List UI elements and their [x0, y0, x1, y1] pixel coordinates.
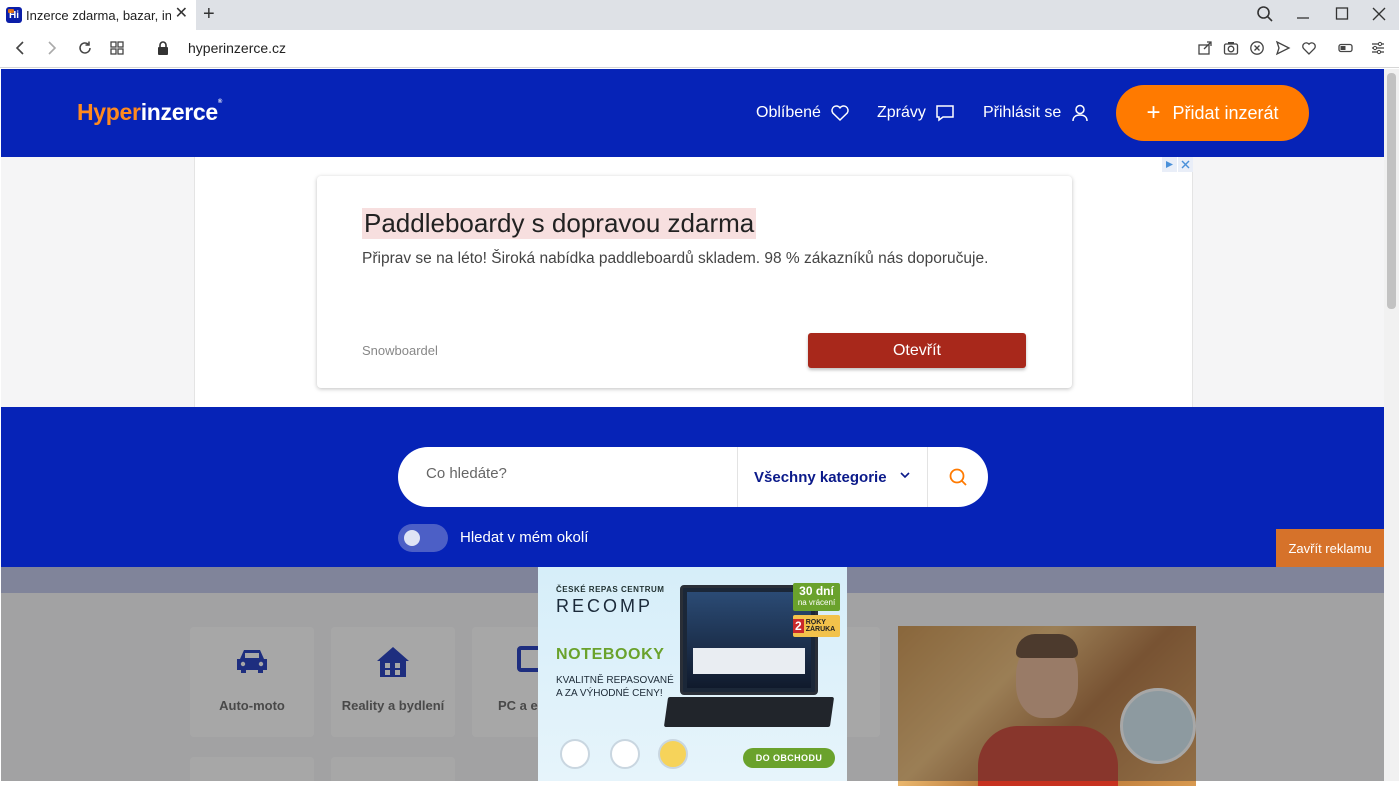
heureka-seal-icon [658, 739, 688, 769]
scrollbar-thumb[interactable] [1387, 73, 1396, 309]
messages-label: Zprávy [877, 104, 926, 121]
login-link[interactable]: Přihlásit se [983, 104, 1090, 122]
reload-icon[interactable] [77, 40, 93, 61]
chevron-down-icon [900, 472, 910, 479]
return-badge: 30 dní na vrácení [793, 583, 840, 611]
back-icon[interactable] [12, 40, 28, 61]
messages-link[interactable]: Zprávy [877, 104, 955, 122]
site-header: Hyperinzerce® Oblíbené Zprávy Přihlásit … [1, 69, 1384, 157]
minimize-icon[interactable] [1296, 5, 1310, 28]
battery-icon[interactable] [1338, 40, 1354, 56]
laptop-keyboard [663, 697, 835, 727]
favorites-label: Oblíbené [756, 104, 821, 121]
easy-setup-icon[interactable] [1370, 40, 1386, 56]
ad-description: Připrav se na léto! Široká nabídka paddl… [362, 250, 989, 267]
search-input[interactable] [426, 465, 726, 482]
add-listing-label: Přidat inzerát [1172, 102, 1279, 123]
adchoices-icon[interactable] [1162, 157, 1177, 172]
browser-tab[interactable]: Hi Inzerce zdarma, bazar, in ✕ [0, 0, 196, 30]
tab-title: Inzerce zdarma, bazar, in [26, 7, 171, 23]
login-label: Přihlásit se [983, 104, 1062, 121]
ad-close-icon[interactable] [1178, 157, 1193, 172]
plus-icon: + [1146, 99, 1161, 126]
add-listing-button[interactable]: + Přidat inzerát [1116, 85, 1309, 141]
shop-button[interactable]: DO OBCHODU [743, 748, 835, 768]
banner-heading: NOTEBOOKY [556, 646, 665, 663]
url-text[interactable]: hyperinzerce.cz [188, 40, 286, 56]
ad-brand: Snowboardel [362, 343, 438, 358]
ad-card[interactable]: Paddleboardy s dopravou zdarma Připrav s… [317, 176, 1072, 388]
ad-title[interactable]: Paddleboardy s dopravou zdarma [362, 208, 757, 239]
tab-close-icon[interactable]: ✕ [175, 6, 188, 22]
ad-open-button[interactable]: Otevřít [808, 333, 1026, 368]
category-select-value: Všechny kategorie [754, 468, 887, 486]
lock-icon[interactable] [156, 40, 170, 61]
site-favicon-icon: Hi [6, 7, 22, 23]
toggle-knob [404, 530, 420, 546]
nearby-toggle[interactable] [398, 524, 448, 552]
warranty-badge: 2 ROKY ZÁRUKA [793, 615, 840, 637]
send-icon[interactable] [1275, 40, 1291, 56]
ad-frame: Paddleboardy s dopravou zdarma Připrav s… [194, 157, 1193, 407]
close-ad-button[interactable]: Zavřít reklamu [1276, 529, 1384, 567]
ecommerce-europe-seal-icon [610, 739, 640, 769]
favorites-link[interactable]: Oblíbené [756, 104, 850, 122]
address-bar: hyperinzerce.cz [0, 30, 1399, 68]
category-select[interactable]: Všechny kategorie [737, 447, 928, 507]
adblock-icon[interactable] [1249, 40, 1265, 56]
new-tab-icon[interactable]: + [203, 4, 215, 24]
banner-top-text: ČESKÉ REPAS CENTRUM [556, 585, 665, 594]
user-icon [1072, 104, 1088, 122]
share-icon[interactable] [1197, 40, 1213, 56]
forward-icon[interactable] [44, 40, 60, 61]
window-close-icon[interactable] [1372, 5, 1386, 28]
scrollbar[interactable] [1384, 69, 1399, 781]
site-logo[interactable]: Hyperinzerce® [77, 99, 222, 126]
certificate-seal-icon [560, 739, 590, 769]
maximize-icon[interactable] [1335, 5, 1349, 28]
banner-logo: RECOMP [556, 596, 654, 616]
heart-icon[interactable] [1301, 40, 1317, 56]
browser-search-icon[interactable] [1256, 5, 1274, 28]
search-section: Všechny kategorie Hledat v mém okolí [1, 407, 1384, 567]
tiles-icon[interactable] [109, 40, 125, 61]
chat-icon [936, 105, 954, 122]
heart-icon [831, 105, 849, 122]
nearby-toggle-label: Hledat v mém okolí [460, 529, 589, 546]
recomp-banner-ad[interactable]: ČESKÉ REPAS CENTRUM RECOMP 30 dní na vrác… [538, 567, 847, 781]
browser-tab-bar: Hi Inzerce zdarma, bazar, in ✕ + [0, 0, 1399, 30]
search-bar: Všechny kategorie [398, 447, 988, 507]
top-ad-area: Paddleboardy s dopravou zdarma Připrav s… [1, 157, 1384, 407]
search-icon [949, 468, 967, 486]
search-button[interactable] [928, 447, 988, 507]
banner-subheading: KVALITNĚ REPASOVANÉ A ZA VÝHODNÉ CENY! [556, 675, 674, 699]
camera-icon[interactable] [1223, 40, 1239, 56]
